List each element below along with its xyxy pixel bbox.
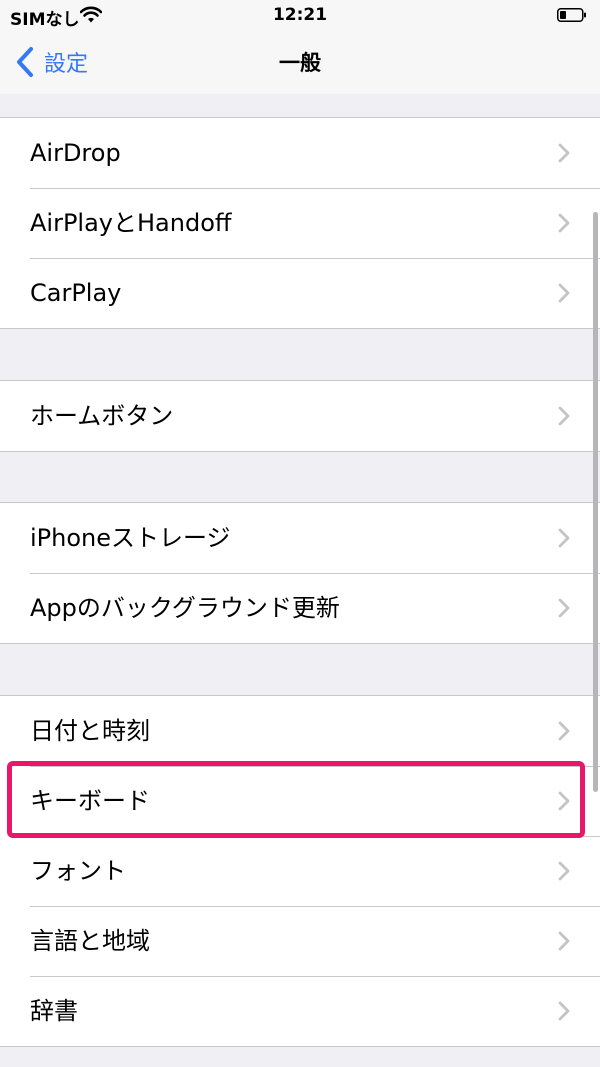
chevron-right-icon <box>558 931 570 951</box>
navigation-bar: 設定 一般 <box>0 30 600 94</box>
highlight-box <box>7 761 585 838</box>
settings-group-home-button: ホームボタン <box>0 380 600 452</box>
list-item-language-region[interactable]: 言語と地域 <box>0 906 600 976</box>
settings-group-connectivity: AirDrop AirPlayとHandoff CarPlay <box>0 117 600 329</box>
chevron-right-icon <box>558 406 570 426</box>
list-item-label: AirDrop <box>30 139 121 167</box>
status-bar: SIMなし 12:21 <box>0 0 600 30</box>
chevron-right-icon <box>558 721 570 741</box>
chevron-right-icon <box>558 528 570 548</box>
list-item-fonts[interactable]: フォント <box>0 836 600 906</box>
list-item-airplay-handoff[interactable]: AirPlayとHandoff <box>0 188 600 258</box>
chevron-right-icon <box>558 861 570 881</box>
list-item-background-app-refresh[interactable]: Appのバックグラウンド更新 <box>0 573 600 643</box>
list-item-home-button[interactable]: ホームボタン <box>0 381 600 451</box>
list-item-label: 言語と地域 <box>30 927 150 955</box>
chevron-right-icon <box>558 283 570 303</box>
settings-group-locale: 日付と時刻 キーボード フォント 言語と地域 辞書 <box>0 695 600 1047</box>
list-item-label: 日付と時刻 <box>30 717 150 745</box>
chevron-right-icon <box>558 598 570 618</box>
list-item-iphone-storage[interactable]: iPhoneストレージ <box>0 503 600 573</box>
clock: 12:21 <box>272 5 328 25</box>
chevron-right-icon <box>558 143 570 163</box>
list-item-label: CarPlay <box>30 279 122 307</box>
scroll-indicator <box>593 212 598 792</box>
list-item-label: ホームボタン <box>30 402 174 430</box>
list-item-label: フォント <box>30 857 126 885</box>
chevron-right-icon <box>558 1001 570 1021</box>
page-title: 一般 <box>279 51 321 75</box>
battery-icon <box>557 8 586 22</box>
list-item-label: 辞書 <box>30 997 78 1025</box>
list-item-dictionary[interactable]: 辞書 <box>0 976 600 1046</box>
list-item-label: AirPlayとHandoff <box>30 209 232 237</box>
list-item-label: iPhoneストレージ <box>30 524 231 552</box>
settings-group-storage: iPhoneストレージ Appのバックグラウンド更新 <box>0 502 600 644</box>
list-item-date-time[interactable]: 日付と時刻 <box>0 696 600 766</box>
chevron-right-icon <box>558 213 570 233</box>
list-item-label: Appのバックグラウンド更新 <box>30 594 340 622</box>
list-item-airdrop[interactable]: AirDrop <box>0 118 600 188</box>
list-item-carplay[interactable]: CarPlay <box>0 258 600 328</box>
